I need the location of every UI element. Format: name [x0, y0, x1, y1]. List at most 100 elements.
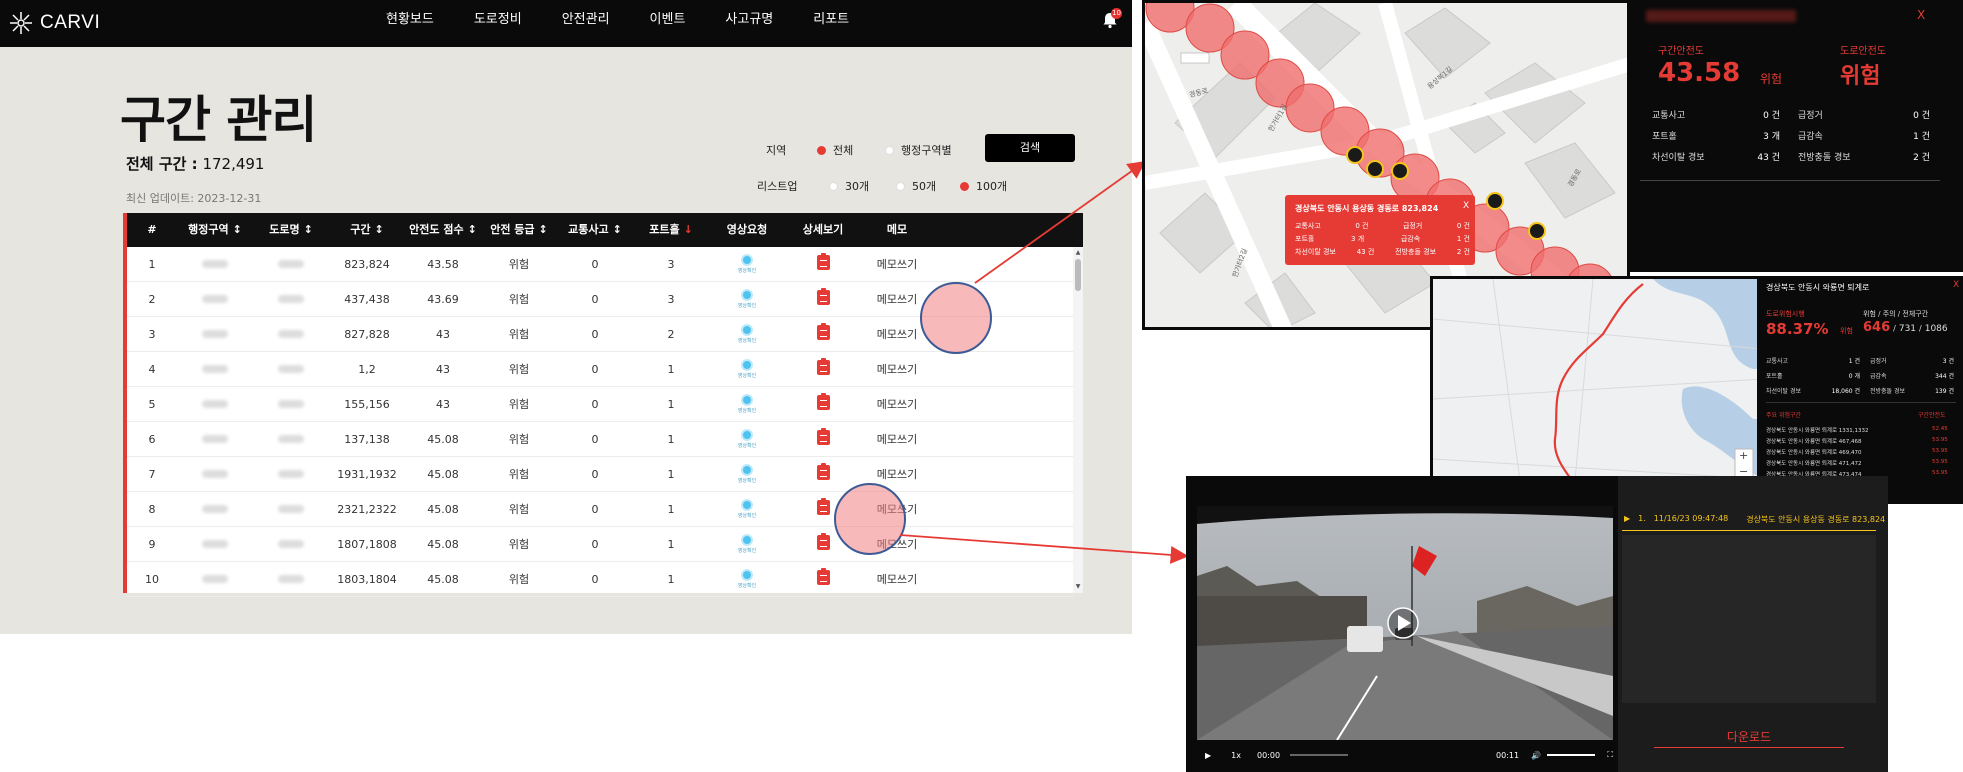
list-option-50[interactable]: 50개 [896, 178, 936, 194]
carvi-logo[interactable]: CARVI [8, 9, 100, 37]
volume-icon[interactable]: 🔊 [1531, 751, 1541, 760]
cell-video-request[interactable]: 영상확인 [709, 394, 785, 414]
danger-item-name[interactable]: 경상북도 안동시 와룡면 퇴계로 471,472 [1766, 459, 1862, 467]
cell-video-request[interactable]: 영상확인 [709, 464, 785, 484]
cell-video-request[interactable]: 영상확인 [709, 499, 785, 519]
video-request-icon[interactable]: 영상확인 [738, 569, 756, 589]
clipboard-icon[interactable] [816, 428, 830, 445]
clipboard-icon[interactable] [816, 463, 830, 480]
video-request-icon[interactable]: 영상확인 [738, 254, 756, 274]
column-header[interactable]: 안전 등급 ↕ [481, 213, 557, 247]
table-row[interactable]: 9 1807,1808 45.08 위험 0 1 영상확인 메모쓰기 [127, 527, 1073, 562]
download-button[interactable]: 다운로드 [1654, 726, 1844, 748]
clipboard-icon[interactable] [816, 288, 830, 305]
popup-close-icon[interactable]: X [1463, 201, 1469, 211]
clipboard-icon[interactable] [816, 253, 830, 270]
column-header[interactable]: 안전도 점수 ↕ [405, 213, 481, 247]
video-list-item[interactable]: ▶ 1. 11/16/23 09:47:48 경상북도 안동시 용상동 경동로 … [1624, 514, 1885, 525]
sort-icon[interactable]: ↕ [375, 223, 384, 236]
cell-detail[interactable] [785, 393, 861, 413]
cell-memo[interactable]: 메모쓰기 [861, 431, 933, 447]
cell-detail[interactable] [785, 428, 861, 448]
clipboard-icon[interactable] [816, 498, 830, 515]
scroll-thumb[interactable] [1075, 259, 1081, 291]
cell-memo[interactable]: 메모쓰기 [861, 361, 933, 377]
zoom-in-button[interactable]: + [1739, 449, 1748, 462]
nav-dashboard[interactable]: 현황보드 [386, 0, 454, 47]
close-icon[interactable]: X [1953, 280, 1959, 290]
table-row[interactable]: 82321,232245.08위험01영상확인메모쓰기 [127, 492, 1073, 527]
nav-event[interactable]: 이벤트 [650, 0, 706, 47]
table-row[interactable]: 6 137,138 45.08 위험 0 1 영상확인 메모쓰기 [127, 422, 1073, 457]
sort-icon[interactable]: ↕ [304, 223, 313, 236]
sort-icon[interactable]: ↕ [613, 223, 622, 236]
table-row[interactable]: 4 1,2 43 위험 0 1 영상확인 메모쓰기 [127, 352, 1073, 387]
search-button[interactable]: 검색 [985, 134, 1075, 162]
list-option-100[interactable]: 100개 [960, 178, 1007, 194]
nav-road-maintenance[interactable]: 도로정비 [474, 0, 542, 47]
cell-memo[interactable]: 메모쓰기 [861, 256, 933, 272]
danger-item-name[interactable]: 경상북도 안동시 와룡면 퇴계로 1331,1332 [1766, 426, 1869, 434]
sort-icon[interactable]: ↕ [468, 223, 477, 236]
video-frame[interactable] [1197, 506, 1613, 740]
cell-detail[interactable] [785, 463, 861, 483]
danger-item-name[interactable]: 경상북도 안동시 와룡면 퇴계로 469,470 [1766, 448, 1862, 456]
clipboard-icon[interactable] [816, 533, 830, 550]
sort-icon[interactable]: ↕ [539, 223, 548, 236]
column-header[interactable]: 포트홀 ↓ [633, 213, 709, 247]
region-option-district[interactable]: 행정구역별 [885, 142, 952, 158]
cell-memo[interactable]: 메모쓰기 [861, 466, 933, 482]
video-request-icon[interactable]: 영상확인 [738, 464, 756, 484]
table-scrollbar[interactable]: ▲ ▼ [1073, 247, 1083, 593]
clipboard-icon[interactable] [816, 323, 830, 340]
video-request-icon[interactable]: 영상확인 [738, 359, 756, 379]
play-icon[interactable]: ▶ [1205, 751, 1211, 760]
column-header[interactable]: 도로명 ↕ [253, 213, 329, 247]
volume-slider[interactable] [1547, 754, 1596, 756]
danger-item-name[interactable]: 경상북도 안동시 와룡면 퇴계로 467,468 [1766, 437, 1862, 445]
video-request-icon[interactable]: 영상확인 [738, 324, 756, 344]
fullscreen-icon[interactable]: ⛶ [1607, 750, 1613, 760]
nav-safety[interactable]: 안전관리 [562, 0, 630, 47]
column-header[interactable]: 행정구역 ↕ [177, 213, 253, 247]
clipboard-icon[interactable] [816, 358, 830, 375]
cell-video-request[interactable]: 영상확인 [709, 359, 785, 379]
column-header[interactable]: 구간 ↕ [329, 213, 405, 247]
scroll-down-icon[interactable]: ▼ [1074, 583, 1082, 591]
video-request-icon[interactable]: 영상확인 [738, 499, 756, 519]
clipboard-icon[interactable] [816, 393, 830, 410]
cell-memo[interactable]: 메모쓰기 [861, 396, 933, 412]
close-icon[interactable]: X [1917, 8, 1925, 22]
column-header[interactable]: 교통사고 ↕ [557, 213, 633, 247]
scroll-up-icon[interactable]: ▲ [1074, 249, 1082, 257]
sort-desc-icon[interactable]: ↓ [684, 223, 693, 236]
cell-detail[interactable] [785, 288, 861, 308]
cell-video-request[interactable]: 영상확인 [709, 429, 785, 449]
video-request-icon[interactable]: 영상확인 [738, 394, 756, 414]
cell-video-request[interactable]: 영상확인 [709, 534, 785, 554]
route-map[interactable]: + − [1430, 276, 1760, 500]
video-request-icon[interactable]: 영상확인 [738, 289, 756, 309]
nav-report[interactable]: 리포트 [813, 0, 869, 47]
sort-icon[interactable]: ↕ [233, 223, 242, 236]
table-row[interactable]: 5 155,156 43 위험 0 1 영상확인 메모쓰기 [127, 387, 1073, 422]
nav-accident[interactable]: 사고규명 [725, 0, 793, 47]
cell-detail[interactable] [785, 323, 861, 343]
video-request-icon[interactable]: 영상확인 [738, 429, 756, 449]
cell-video-request[interactable]: 영상확인 [709, 569, 785, 589]
cell-memo[interactable]: 메모쓰기 [861, 571, 933, 587]
seek-bar[interactable] [1290, 754, 1349, 756]
cell-video-request[interactable]: 영상확인 [709, 289, 785, 309]
cell-detail[interactable] [785, 358, 861, 378]
cell-video-request[interactable]: 영상확인 [709, 324, 785, 344]
table-row[interactable]: 1 823,824 43.58 위험 0 3 영상확인 메모쓰기 [127, 247, 1073, 282]
clipboard-icon[interactable] [816, 568, 830, 585]
region-option-all[interactable]: 전체 [817, 142, 853, 158]
table-row[interactable]: 7 1931,1932 45.08 위험 0 1 영상확인 메모쓰기 [127, 457, 1073, 492]
cell-video-request[interactable]: 영상확인 [709, 254, 785, 274]
video-request-icon[interactable]: 영상확인 [738, 534, 756, 554]
list-option-30[interactable]: 30개 [829, 178, 869, 194]
table-row[interactable]: 10 1803,1804 45.08 위험 0 1 영상확인 메모쓰기 [127, 562, 1073, 597]
cell-detail[interactable] [785, 253, 861, 273]
cell-detail[interactable] [785, 568, 861, 588]
